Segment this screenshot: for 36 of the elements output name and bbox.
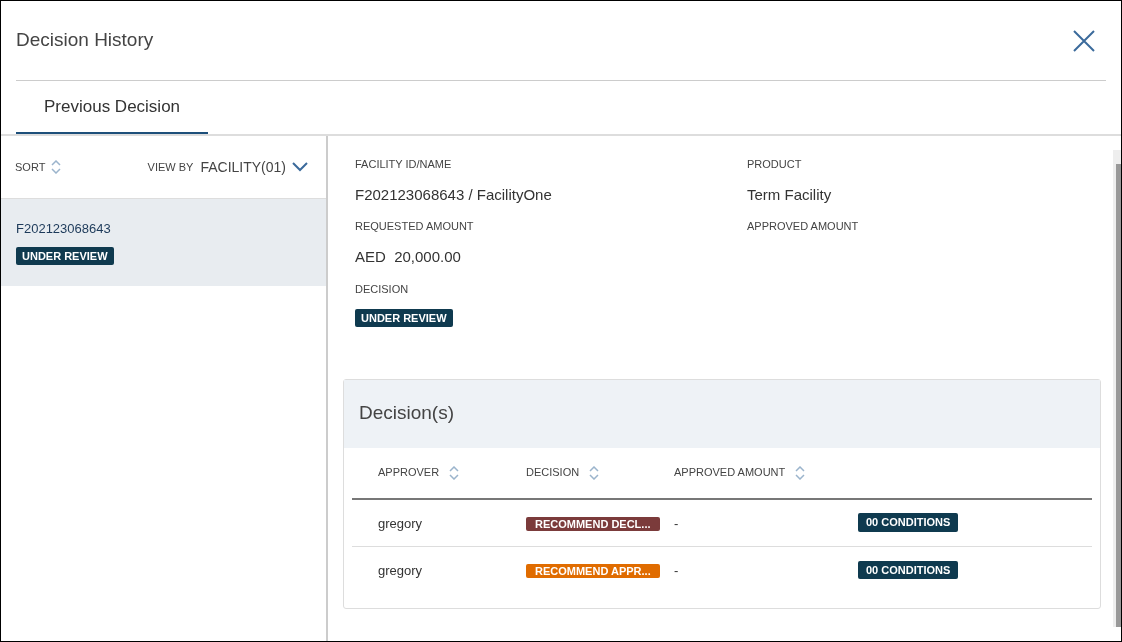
field-label: FACILITY ID/NAME <box>355 157 453 172</box>
conditions-badge[interactable]: 00 CONDITIONS <box>858 513 959 532</box>
decision-badge: RECOMMEND APPR... <box>526 564 660 578</box>
facility-list-item[interactable]: F202123068643 UNDER REVIEW <box>1 198 326 286</box>
view-by-dropdown[interactable]: FACILITY(01) <box>200 156 308 178</box>
column-header[interactable]: APPROVER <box>378 464 440 481</box>
table-cell: gregory <box>378 563 423 578</box>
dialog-title: Decision History <box>16 28 154 53</box>
field-label: PRODUCT <box>747 157 803 172</box>
table-cell: - <box>674 515 679 531</box>
field-value: Term Facility <box>747 184 833 205</box>
status-badge: UNDER REVIEW <box>16 246 114 265</box>
panel-title: Decision(s) <box>359 401 455 426</box>
field-value: F202123068643 / FacilityOne <box>355 184 553 205</box>
field-label: APPROVED AMOUNT <box>747 219 860 234</box>
conditions-badge[interactable]: 00 CONDITIONS <box>858 560 959 580</box>
sort-icon[interactable] <box>795 465 806 480</box>
close-button[interactable] <box>1071 27 1097 54</box>
sort-icon <box>51 160 62 174</box>
decision-badge: RECOMMEND DECL... <box>526 516 660 531</box>
close-icon <box>1072 28 1096 53</box>
scrollbar[interactable] <box>1113 150 1121 627</box>
sort-icon[interactable] <box>449 465 460 480</box>
view-by-label: VIEW BY <box>147 159 194 175</box>
column-header[interactable]: APPROVED AMOUNT <box>674 464 786 481</box>
status-badge: UNDER REVIEW <box>355 308 453 327</box>
chevron-down-icon <box>292 162 308 172</box>
field-label: DECISION <box>355 282 410 297</box>
field-value: AED 20,000.00 <box>355 246 462 267</box>
table-cell: - <box>674 563 679 578</box>
sort-icon[interactable] <box>589 465 600 480</box>
sort-button[interactable]: SORT <box>15 158 62 176</box>
field-label: REQUESTED AMOUNT <box>355 219 475 234</box>
column-header[interactable]: DECISION <box>526 464 580 481</box>
table-cell: gregory <box>378 515 423 531</box>
tab[interactable]: Previous Decision <box>16 82 209 134</box>
